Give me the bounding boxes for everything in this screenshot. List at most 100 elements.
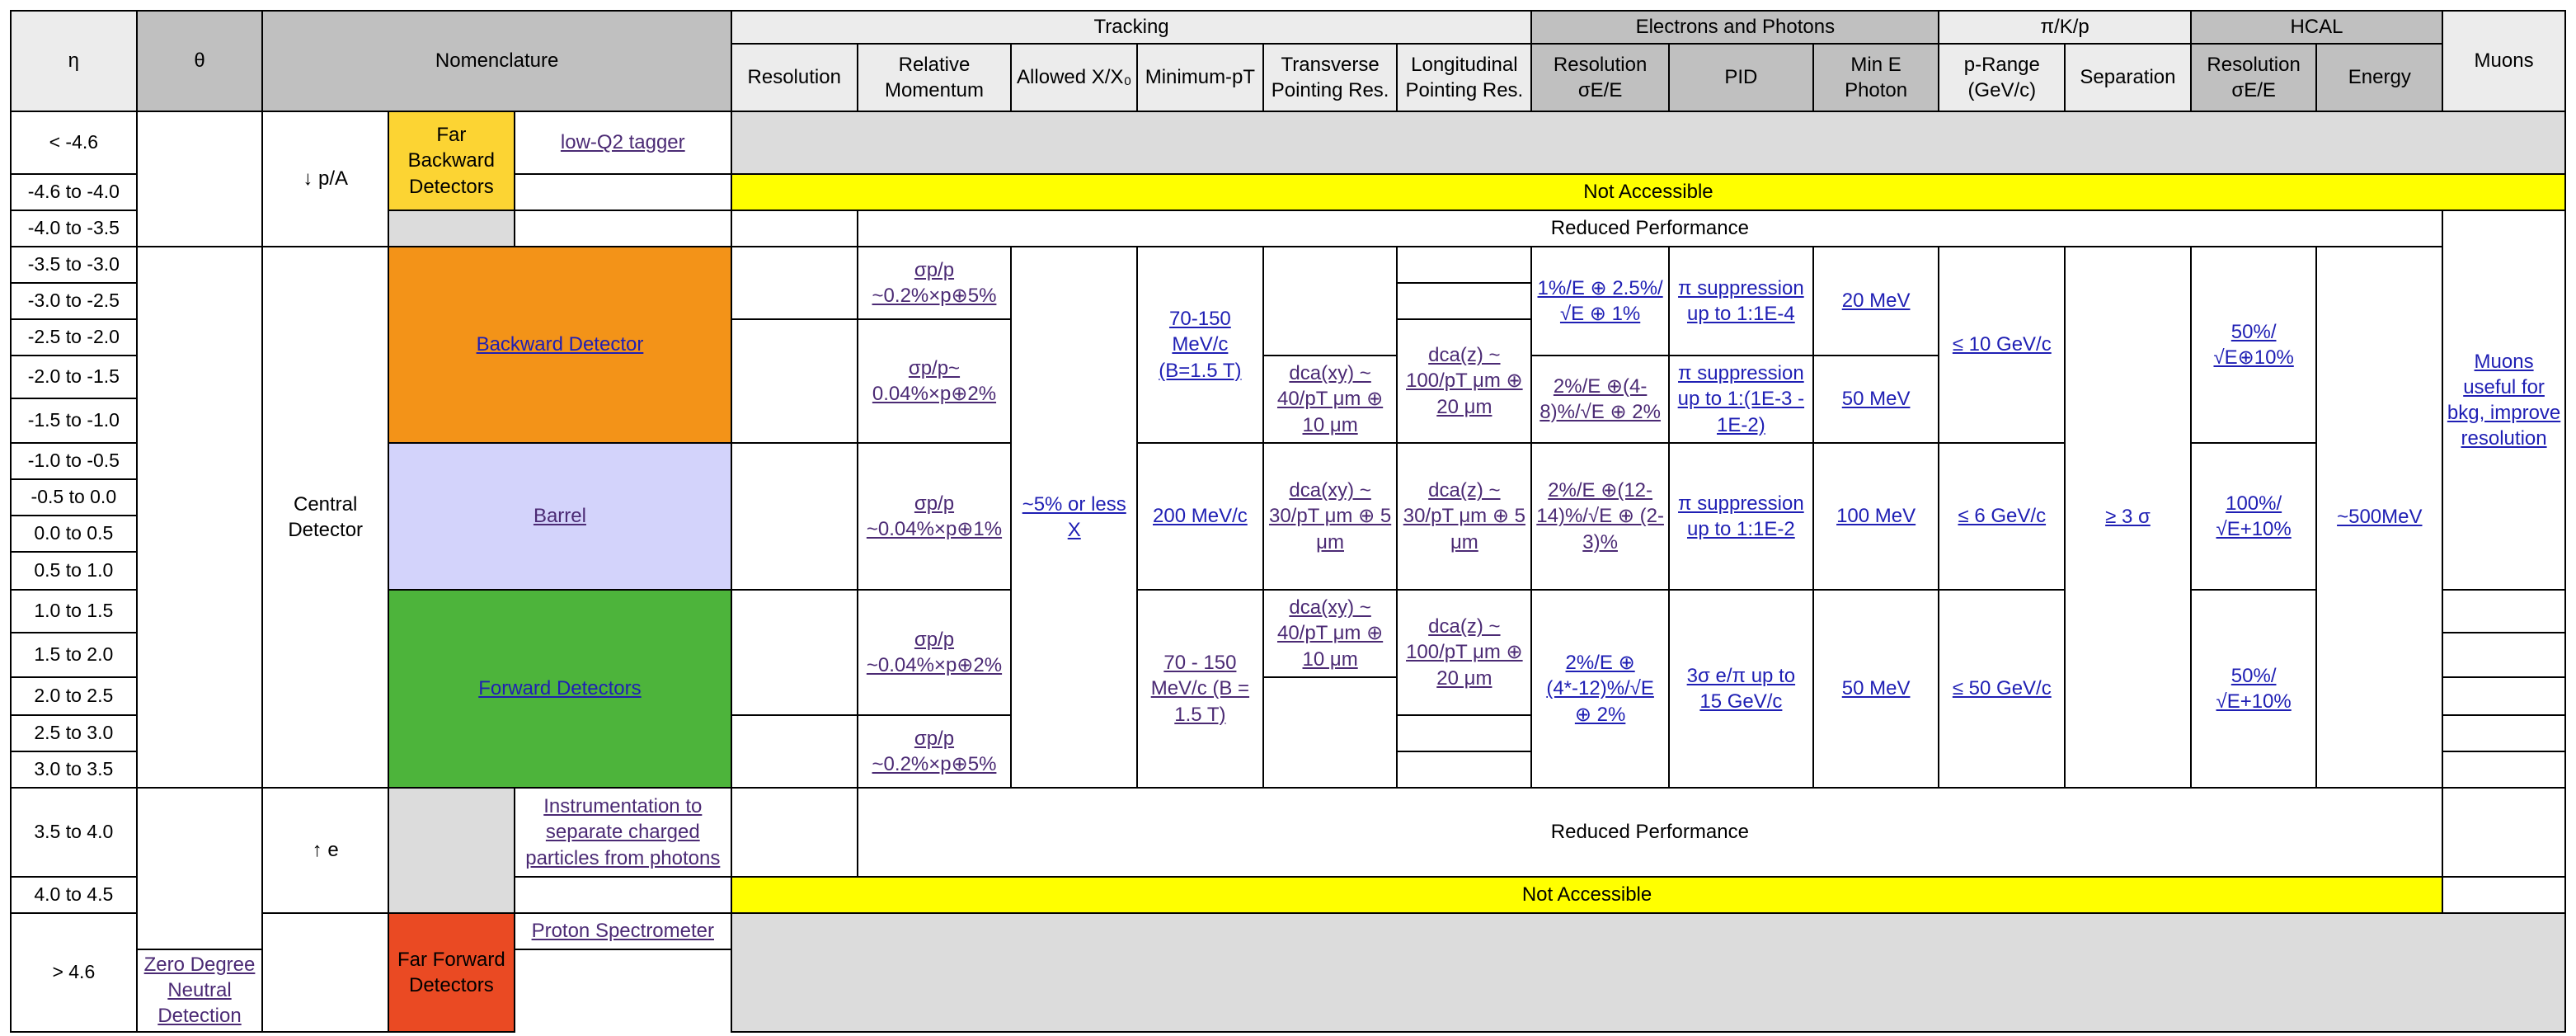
allowed-x-header: Allowed X/X₀ xyxy=(1010,43,1139,112)
longitudinal-forward[interactable]: dca(z) ~ 100/pT μm ⊕ 20 μm xyxy=(1396,589,1533,716)
em-pid-forward[interactable]: 3σ e/π up to 15 GeV/c xyxy=(1667,589,1814,789)
longitudinal-barrel[interactable]: dca(z) ~ 30/pT μm ⊕ 5 μm xyxy=(1396,442,1533,591)
em-pid-backward-outer[interactable]: π suppression up to 1:1E-4 xyxy=(1667,246,1814,356)
tracking-resolution-empty xyxy=(730,589,858,716)
relmom-backward-outer[interactable]: σp/p ~0.2%×p⊕5% xyxy=(856,246,1013,320)
hcal-resolution-backward[interactable]: 50%/ √E⊕10% xyxy=(2189,246,2318,444)
empty-cell xyxy=(513,173,732,211)
central-detector-label: Central Detector xyxy=(261,246,390,789)
em-pid-barrel[interactable]: π suppression up to 1:1E-2 xyxy=(1667,442,1814,591)
p-range-forward[interactable]: ≤ 50 GeV/c xyxy=(1938,589,2066,789)
muons-empty xyxy=(2442,589,2566,633)
transverse-empty xyxy=(1262,246,1398,356)
separation-value[interactable]: ≥ 3 σ xyxy=(2064,246,2192,789)
em-resolution-forward[interactable]: 2%/E ⊕ (4*-12)%/√E ⊕ 2% xyxy=(1530,589,1670,789)
low-q2-tagger-link[interactable]: low-Q2 tagger xyxy=(513,111,732,175)
longitudinal-pointing-header: Longitudinal Pointing Res. xyxy=(1396,43,1533,112)
muons-empty xyxy=(2442,787,2566,878)
min-pt-forward[interactable]: 70 - 150 MeV/c (B = 1.5 T) xyxy=(1136,589,1264,789)
muons-empty xyxy=(2442,676,2566,716)
longitudinal-empty xyxy=(1396,246,1533,284)
transverse-barrel[interactable]: dca(xy) ~ 30/pT μm ⊕ 5 μm xyxy=(1262,442,1398,591)
longitudinal-backward[interactable]: dca(z) ~ 100/pT μm ⊕ 20 μm xyxy=(1396,318,1533,444)
eta-row-label: 4.0 to 4.5 xyxy=(10,876,138,914)
em-resolution-backward-inner[interactable]: 2%/E ⊕(4-8)%/√E ⊕ 2% xyxy=(1530,355,1670,444)
tracking-resolution-empty xyxy=(730,442,858,591)
transverse-empty xyxy=(1262,676,1398,789)
requirements-matrix: η θ Nomenclature Tracking Electrons and … xyxy=(10,10,2567,1033)
instrumentation-link[interactable]: Instrumentation to separate charged part… xyxy=(513,787,732,878)
hcal-resolution-header: Resolution σE/E xyxy=(2189,43,2318,112)
em-resolution-backward-outer[interactable]: 1%/E ⊕ 2.5%/√E ⊕ 1% xyxy=(1530,246,1670,356)
eta-row-label: > 4.6 xyxy=(10,912,138,1033)
hcal-resolution-forward[interactable]: 50%/ √E+10% xyxy=(2189,589,2318,789)
transverse-forward[interactable]: dca(xy) ~ 40/pT μm ⊕ 10 μm xyxy=(1262,589,1398,678)
p-range-backward[interactable]: ≤ 10 GeV/c xyxy=(1938,246,2066,444)
tracking-header: Tracking xyxy=(730,10,1533,45)
longitudinal-empty xyxy=(1396,714,1533,752)
reduced-performance-banner: Reduced Performance xyxy=(856,787,2444,878)
muons-empty xyxy=(2442,876,2566,914)
nomenclature-header: Nomenclature xyxy=(261,10,732,112)
eta-row-label: -3.5 to -3.0 xyxy=(10,246,138,284)
eta-row-label: 0.5 to 1.0 xyxy=(10,551,138,591)
barrel-link[interactable]: Barrel xyxy=(388,442,732,591)
relmom-barrel[interactable]: σp/p ~0.04%×p⊕1% xyxy=(856,442,1013,591)
minimum-pt-header: Minimum-pT xyxy=(1136,43,1264,112)
tracking-resolution-empty xyxy=(730,318,858,444)
electrons-photons-header: Electrons and Photons xyxy=(1530,10,1940,45)
theta-cell xyxy=(261,912,390,1033)
p-range-barrel[interactable]: ≤ 6 GeV/c xyxy=(1938,442,2066,591)
theta-forward-label: ↑ e xyxy=(261,787,390,914)
min-e-photon-forward[interactable]: 50 MeV xyxy=(1812,589,1940,789)
transverse-backward[interactable]: dca(xy) ~ 40/pT μm ⊕ 10 μm xyxy=(1262,355,1398,444)
hcal-energy-value[interactable]: ~500MeV xyxy=(2315,246,2444,789)
unused-region xyxy=(730,912,2567,1033)
eta-row-label: -4.6 to -4.0 xyxy=(10,173,138,211)
relmom-backward-inner[interactable]: σp/p~ 0.04%×p⊕2% xyxy=(856,318,1013,444)
eta-row-label: -3.0 to -2.5 xyxy=(10,282,138,320)
eta-row-label: 1.5 to 2.0 xyxy=(10,632,138,678)
eta-row-label: -1.0 to -0.5 xyxy=(10,442,138,480)
em-pid-header: PID xyxy=(1667,43,1814,112)
far-forward-detectors: Far Forward Detectors xyxy=(388,912,515,1033)
relmom-forward-inner[interactable]: σp/p ~0.04%×p⊕2% xyxy=(856,589,1013,716)
muons-empty xyxy=(2442,714,2566,752)
theta-cell xyxy=(135,111,264,247)
backward-detector-link[interactable]: Backward Detector xyxy=(388,246,732,444)
muons-empty xyxy=(2442,751,2566,789)
empty-cell xyxy=(513,210,732,247)
eta-row-label: -4.0 to -3.5 xyxy=(10,210,138,247)
proton-spectrometer-link[interactable]: Proton Spectrometer xyxy=(513,912,732,950)
hcal-energy-header: Energy xyxy=(2315,43,2444,112)
min-e-photon-backward-inner[interactable]: 50 MeV xyxy=(1812,355,1940,444)
empty-cell xyxy=(513,876,732,914)
min-e-photon-backward-outer[interactable]: 20 MeV xyxy=(1812,246,1940,356)
unused-region xyxy=(388,210,515,247)
zero-degree-neutral-link[interactable]: Zero Degree Neutral Detection xyxy=(135,949,264,1033)
min-pt-barrel[interactable]: 200 MeV/c xyxy=(1136,442,1264,591)
muons-header: Muons xyxy=(2442,10,2566,112)
theta-cell xyxy=(135,246,264,789)
reduced-performance-banner: Reduced Performance xyxy=(856,210,2444,247)
tracking-resolution-empty xyxy=(730,210,858,247)
p-range-header: p-Range (GeV/c) xyxy=(1938,43,2066,112)
eta-row-label: -0.5 to 0.0 xyxy=(10,478,138,516)
forward-detectors-link[interactable]: Forward Detectors xyxy=(388,589,732,789)
hcal-resolution-barrel[interactable]: 100%/ √E+10% xyxy=(2189,442,2318,591)
separation-header: Separation xyxy=(2064,43,2192,112)
muons-note[interactable]: Muons useful for bkg, improve resolution xyxy=(2442,210,2566,591)
not-accessible-banner: Not Accessible xyxy=(730,876,2444,914)
em-pid-backward-inner[interactable]: π suppression up to 1:(1E-3 - 1E-2) xyxy=(1667,355,1814,444)
min-pt-backward[interactable]: 70-150 MeV/c (B=1.5 T) xyxy=(1136,246,1264,444)
detector-requirements-table: η θ Nomenclature Tracking Electrons and … xyxy=(10,10,2567,1033)
eta-header: η xyxy=(10,10,138,112)
theta-backward-label: ↓ p/A xyxy=(261,111,390,247)
longitudinal-empty xyxy=(1396,751,1533,789)
allowed-x-value[interactable]: ~5% or less X xyxy=(1010,246,1139,789)
min-e-photon-barrel[interactable]: 100 MeV xyxy=(1812,442,1940,591)
em-resolution-barrel[interactable]: 2%/E ⊕(12-14)%/√E ⊕ (2-3)% xyxy=(1530,442,1670,591)
unused-region xyxy=(388,787,515,914)
longitudinal-empty xyxy=(1396,282,1533,320)
relmom-forward-outer[interactable]: σp/p ~0.2%×p⊕5% xyxy=(856,714,1013,789)
